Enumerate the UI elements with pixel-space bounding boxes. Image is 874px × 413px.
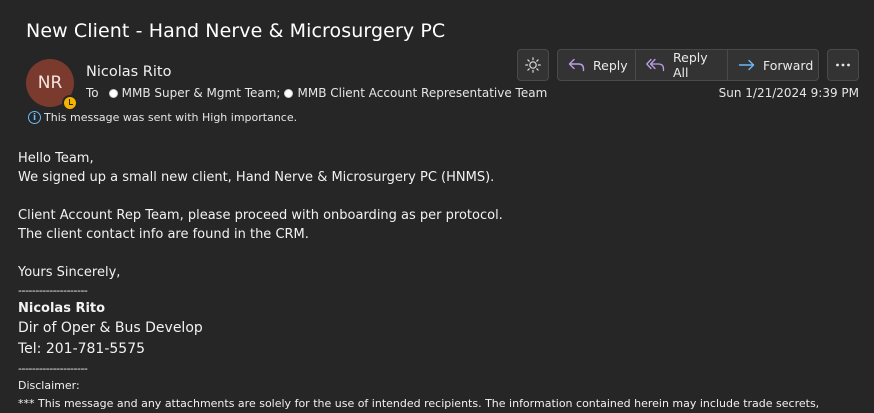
importance-notice: i This message was sent with High import… xyxy=(28,111,297,124)
signature-separator: -------------------- xyxy=(18,284,88,297)
forward-label: Forward xyxy=(763,57,814,73)
sender-initials: NR xyxy=(37,73,63,93)
message-subject: New Client - Hand Nerve & Microsurgery P… xyxy=(26,20,446,42)
recipient-label: MMB Super & Mgmt Team; xyxy=(121,86,281,100)
recipient-super-mgmt[interactable]: MMB Super & Mgmt Team; xyxy=(108,86,281,100)
message-actions: Reply Reply All Forward xyxy=(557,49,819,81)
reply-icon xyxy=(568,58,586,72)
reply-all-label: Reply All xyxy=(673,50,708,80)
reply-button[interactable]: Reply xyxy=(558,50,636,80)
signature-separator: -------------------- xyxy=(18,362,88,375)
greeting: Hello Team, xyxy=(18,151,94,166)
forward-arrow-icon xyxy=(738,58,756,72)
importance-text: This message was sent with High importan… xyxy=(44,111,298,124)
presence-away-icon xyxy=(62,95,78,111)
message-timestamp: Sun 1/21/2024 9:39 PM xyxy=(718,86,859,100)
more-horizontal-icon xyxy=(836,63,850,67)
theme-toggle-button[interactable] xyxy=(517,49,549,81)
group-icon xyxy=(284,88,294,98)
reply-all-icon xyxy=(646,58,666,72)
signature-phone[interactable]: Tel: 201-781-5575 xyxy=(18,339,819,360)
group-icon xyxy=(108,88,118,98)
recipient-label: MMB Client Account Representative Team xyxy=(297,86,548,100)
disclaimer-label: Disclaimer: xyxy=(18,379,80,392)
more-actions-button[interactable] xyxy=(827,49,859,81)
body-line: We signed up a small new client, Hand Ne… xyxy=(18,170,495,185)
to-label: To xyxy=(86,86,99,100)
recipient-client-account[interactable]: MMB Client Account Representative Team xyxy=(284,86,547,100)
disclaimer-text: *** This message and any attachments are… xyxy=(18,397,820,410)
closing: Yours Sincerely, xyxy=(18,265,121,280)
message-body: Hello Team, We signed up a small new cli… xyxy=(18,149,819,413)
body-line: The client contact info are found in the… xyxy=(18,227,309,242)
reply-label: Reply xyxy=(593,57,628,73)
sender-name[interactable]: Nicolas Rito xyxy=(86,64,171,80)
body-line: Client Account Rep Team, please proceed … xyxy=(18,208,503,223)
forward-button[interactable]: Forward xyxy=(728,50,818,80)
sun-icon xyxy=(525,57,541,73)
reply-all-button[interactable]: Reply All xyxy=(636,50,728,80)
info-icon: i xyxy=(28,111,41,124)
signature-title: Dir of Oper & Bus Develop xyxy=(18,320,203,336)
to-line: To MMB Super & Mgmt Team; MMB Client Acc… xyxy=(86,86,547,100)
signature-name: Nicolas Rito xyxy=(18,301,106,316)
